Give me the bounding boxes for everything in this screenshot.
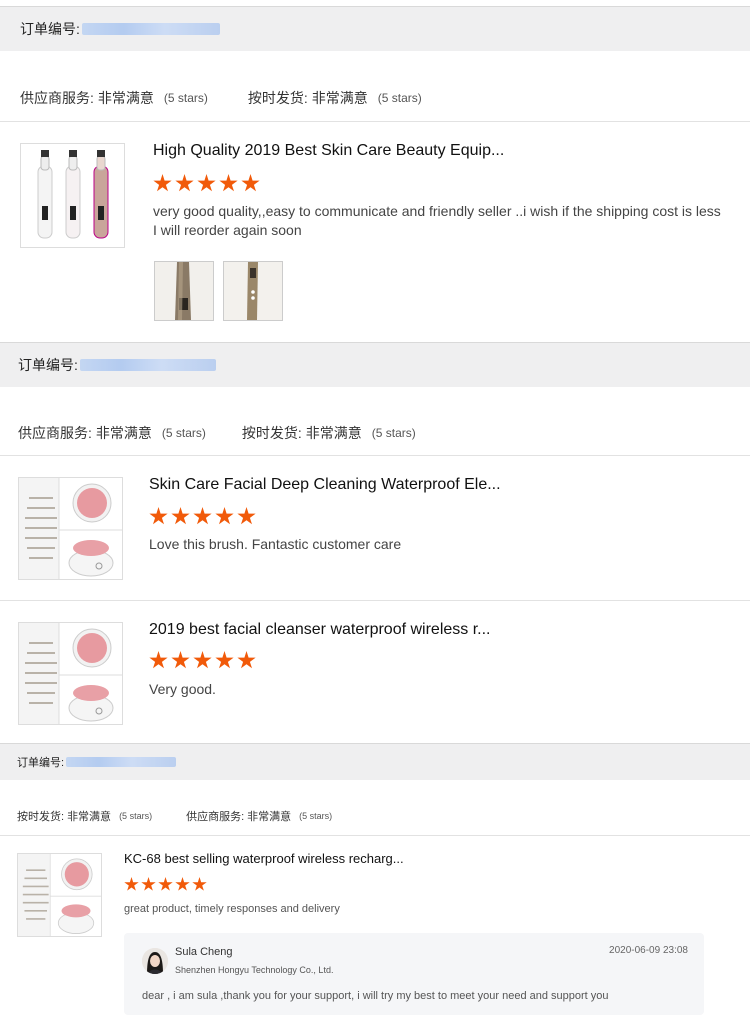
order-ratings-3: 按时发货: 非常满意 (5 stars) 供应商服务: 非常满意 (5 star…: [0, 808, 332, 824]
product-title[interactable]: Skin Care Facial Deep Cleaning Waterproo…: [149, 476, 501, 494]
shipping-value: 非常满意: [67, 811, 112, 823]
review-photo[interactable]: [154, 261, 214, 321]
star-icon: [175, 877, 190, 891]
shipping-stars: (5 stars): [371, 426, 416, 440]
divider: [0, 121, 750, 122]
product-thumbnail[interactable]: [20, 143, 125, 248]
star-icon: [241, 174, 260, 192]
reply-timestamp: 2020-06-09 23:08: [609, 945, 688, 956]
order-number-redacted: [79, 359, 216, 371]
order-header: 订单编号:: [0, 342, 750, 387]
product-thumbnail[interactable]: [18, 477, 123, 580]
supplier-service-label: 供应商服务:: [20, 90, 94, 106]
supplier-service-value: 非常满意: [247, 811, 292, 823]
star-icon: [197, 174, 216, 192]
supplier-service-label: 供应商服务:: [186, 811, 245, 823]
rating-stars: [149, 507, 256, 526]
shipping-label: 按时发货:: [17, 811, 65, 823]
product-thumbnail[interactable]: [18, 622, 123, 725]
reply-message: dear , i am sula ,thank you for your sup…: [142, 990, 609, 1002]
shipping-value: 非常满意: [305, 425, 362, 441]
supplier-service-value: 非常满意: [97, 90, 154, 106]
star-icon: [175, 174, 194, 192]
divider: [0, 835, 750, 836]
product-title[interactable]: 2019 best facial cleanser waterproof wir…: [149, 621, 491, 639]
review-line: very good quality,,easy to communicate a…: [153, 203, 721, 219]
replier-name: Sula Cheng: [175, 946, 233, 958]
divider: [0, 600, 750, 601]
rating-stars: [149, 651, 256, 670]
order-ratings-2: 供应商服务: 非常满意 (5 stars) 按时发货: 非常满意 (5 star…: [0, 423, 416, 443]
review-photo[interactable]: [223, 261, 283, 321]
order-number-label: 订单编号:: [17, 757, 65, 769]
star-icon: [153, 174, 172, 192]
shipping-label: 按时发货:: [241, 425, 302, 441]
star-icon: [215, 651, 234, 669]
supplier-service-label: 供应商服务:: [18, 425, 92, 441]
supplier-service-stars: (5 stars): [299, 811, 333, 821]
star-icon: [237, 507, 256, 525]
review-text: Love this brush. Fantastic customer care: [149, 536, 402, 552]
divider: [0, 455, 750, 456]
star-icon: [171, 507, 190, 525]
shipping-stars: (5 stars): [377, 91, 422, 105]
product-title[interactable]: KC-68 best selling waterproof wireless r…: [124, 851, 404, 866]
order-number-redacted: [66, 757, 177, 767]
star-icon: [158, 877, 173, 891]
star-icon: [149, 651, 168, 669]
seller-reply: Sula Cheng Shenzhen Hongyu Technology Co…: [124, 933, 704, 1015]
avatar: [142, 948, 168, 974]
supplier-service-stars: (5 stars): [163, 91, 208, 105]
star-icon: [171, 651, 190, 669]
supplier-service-value: 非常满意: [95, 425, 152, 441]
order-block-1: 订单编号:: [0, 6, 750, 51]
order-block-2: 订单编号:: [0, 342, 750, 387]
shipping-value: 非常满意: [311, 90, 368, 106]
supplier-service-stars: (5 stars): [161, 426, 206, 440]
star-icon: [192, 877, 207, 891]
order-number-label: 订单编号:: [20, 21, 80, 37]
order-ratings-1: 供应商服务: 非常满意 (5 stars) 按时发货: 非常满意 (5 star…: [0, 88, 422, 108]
order-number-label: 订单编号:: [18, 357, 78, 373]
rating-stars: [124, 877, 207, 892]
product-thumbnail[interactable]: [17, 853, 102, 937]
star-icon: [193, 651, 212, 669]
replier-company: Shenzhen Hongyu Technology Co., Ltd.: [175, 965, 334, 975]
star-icon: [215, 507, 234, 525]
order-block-3: 订单编号:: [0, 743, 750, 780]
review-text: great product, timely responses and deli…: [124, 903, 340, 915]
rating-stars: [153, 174, 260, 193]
shipping-label: 按时发货:: [247, 90, 308, 106]
star-icon: [141, 877, 156, 891]
product-title[interactable]: High Quality 2019 Best Skin Care Beauty …: [153, 142, 504, 160]
star-icon: [149, 507, 168, 525]
review-text: very good quality,,easy to communicate a…: [153, 202, 743, 240]
star-icon: [193, 507, 212, 525]
order-number-redacted: [81, 23, 220, 35]
shipping-stars: (5 stars): [119, 811, 153, 821]
order-header: 订单编号:: [0, 743, 750, 780]
review-line: I will reorder again soon: [153, 222, 302, 238]
star-icon: [124, 877, 139, 891]
star-icon: [237, 651, 256, 669]
review-text: Very good.: [149, 681, 216, 697]
star-icon: [219, 174, 238, 192]
order-header: 订单编号:: [0, 6, 750, 51]
